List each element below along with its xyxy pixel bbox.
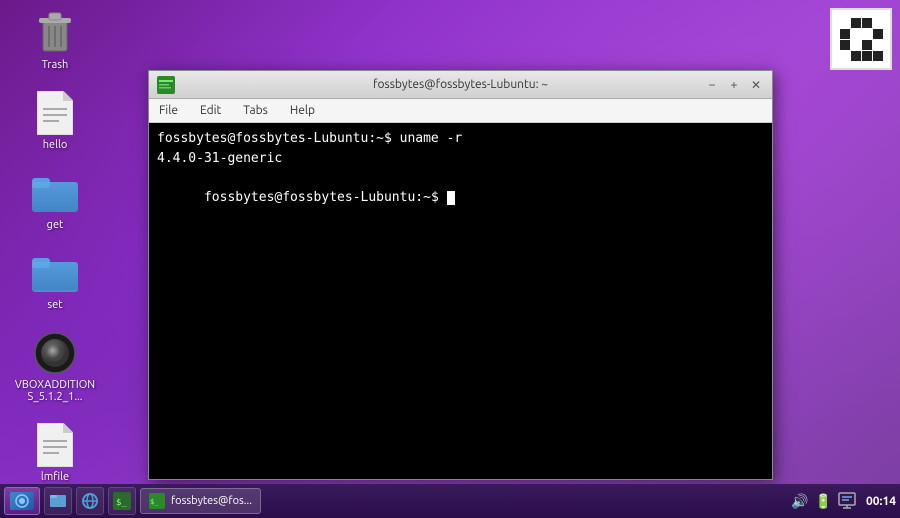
vbox-icon (31, 329, 79, 377)
lmfile-icon (31, 421, 79, 469)
logo-cell (840, 40, 850, 50)
desktop-icon-trash[interactable]: Trash (10, 5, 100, 75)
desktop-icon-hello[interactable]: hello (10, 85, 100, 155)
set-label: set (47, 299, 62, 311)
logo-cell (840, 18, 850, 28)
taskbar-start-button[interactable] (4, 487, 40, 515)
terminal-titlebar: fossbytes@fossbytes-Lubuntu: ~ − + ✕ (149, 71, 772, 99)
svg-text:$_: $_ (116, 498, 127, 508)
terminal-body[interactable]: fossbytes@fossbytes-Lubuntu:~$ uname -r … (149, 123, 772, 479)
terminal-menubar: File Edit Tabs Help (149, 99, 772, 123)
desktop-icon-area: Trash hello (0, 0, 110, 480)
terminal-window: fossbytes@fossbytes-Lubuntu: ~ − + ✕ Fil… (148, 70, 773, 480)
logo-cell (862, 29, 872, 39)
taskbar-files-icon-btn[interactable] (44, 487, 72, 515)
terminal-cursor (447, 191, 455, 205)
network-icon[interactable] (838, 491, 856, 512)
logo-cell (873, 40, 883, 50)
taskbar: $_ $_ fossbytes@fos... 🔊 🔋 00:14 (0, 484, 900, 518)
terminal-line-2: 4.4.0-31-generic (157, 149, 764, 169)
terminal-controls: − + ✕ (704, 77, 764, 93)
terminal-menu-file[interactable]: File (155, 102, 182, 119)
taskbar-terminal-icon-btn[interactable]: $_ (108, 487, 136, 515)
terminal-taskbar-icon: $_ (113, 492, 131, 510)
terminal-menu-edit[interactable]: Edit (196, 102, 225, 119)
logo-cell (840, 51, 850, 61)
logo-cell (873, 51, 883, 61)
lubuntu-start-icon (14, 494, 30, 508)
terminal-line-1: fossbytes@fossbytes-Lubuntu:~$ uname -r (157, 129, 764, 149)
taskbar-window-label: fossbytes@fos... (171, 495, 252, 507)
taskbar-window-icon: $_ (149, 493, 165, 509)
files-icon (49, 492, 67, 510)
terminal-minimize-btn[interactable]: − (704, 77, 720, 93)
taskbar-active-window[interactable]: $_ fossbytes@fos... (140, 488, 261, 514)
battery-icon[interactable]: 🔋 (815, 493, 832, 510)
hello-label: hello (43, 139, 68, 151)
browser-icon (81, 492, 99, 510)
logo-cell (873, 29, 883, 39)
terminal-window-icon (157, 76, 175, 94)
terminal-prompt: fossbytes@fossbytes-Lubuntu:~$ (204, 190, 447, 205)
desktop-icon-lmfile[interactable]: lmfile (10, 417, 100, 487)
lmfile-label: lmfile (41, 471, 69, 483)
terminal-icon-area (157, 76, 217, 94)
logo-cell (862, 18, 872, 28)
desktop-icon-vbox[interactable]: VBOXADDITIONS_5.1.2_1... (10, 325, 100, 407)
vbox-label: VBOXADDITIONS_5.1.2_1... (14, 379, 96, 403)
trash-label: Trash (42, 59, 69, 71)
taskbar-browser-icon-btn[interactable] (76, 487, 104, 515)
terminal-close-btn[interactable]: ✕ (748, 77, 764, 93)
terminal-menu-tabs[interactable]: Tabs (239, 102, 272, 119)
taskbar-time: 00:14 (862, 495, 896, 508)
volume-icon[interactable]: 🔊 (791, 493, 808, 510)
desktop-icon-set[interactable]: set (10, 245, 100, 315)
get-label: get (47, 219, 64, 231)
system-tray: 🔊 🔋 00:14 (791, 491, 896, 512)
trash-icon (31, 9, 79, 57)
logo-cell (851, 18, 861, 28)
terminal-menu-help[interactable]: Help (286, 102, 319, 119)
network-svg (838, 491, 856, 509)
logo-cell (862, 51, 872, 61)
hello-file-icon (31, 89, 79, 137)
logo-cell (873, 18, 883, 28)
terminal-title: fossbytes@fossbytes-Lubuntu: ~ (217, 78, 704, 91)
desktop-icon-get[interactable]: get (10, 165, 100, 235)
logo-cell (851, 29, 861, 39)
logo-cell (851, 40, 861, 50)
logo-cell (840, 29, 850, 39)
start-icon (10, 492, 34, 510)
fossbytes-logo (830, 8, 892, 70)
set-folder-icon (31, 249, 79, 297)
logo-cell (851, 51, 861, 61)
logo-grid (840, 18, 883, 61)
get-folder-icon (31, 169, 79, 217)
logo-cell (862, 40, 872, 50)
svg-text:$_: $_ (150, 498, 159, 506)
terminal-line-3: fossbytes@fossbytes-Lubuntu:~$ (157, 168, 764, 227)
terminal-maximize-btn[interactable]: + (726, 77, 742, 93)
window-terminal-icon: $_ (149, 493, 165, 509)
